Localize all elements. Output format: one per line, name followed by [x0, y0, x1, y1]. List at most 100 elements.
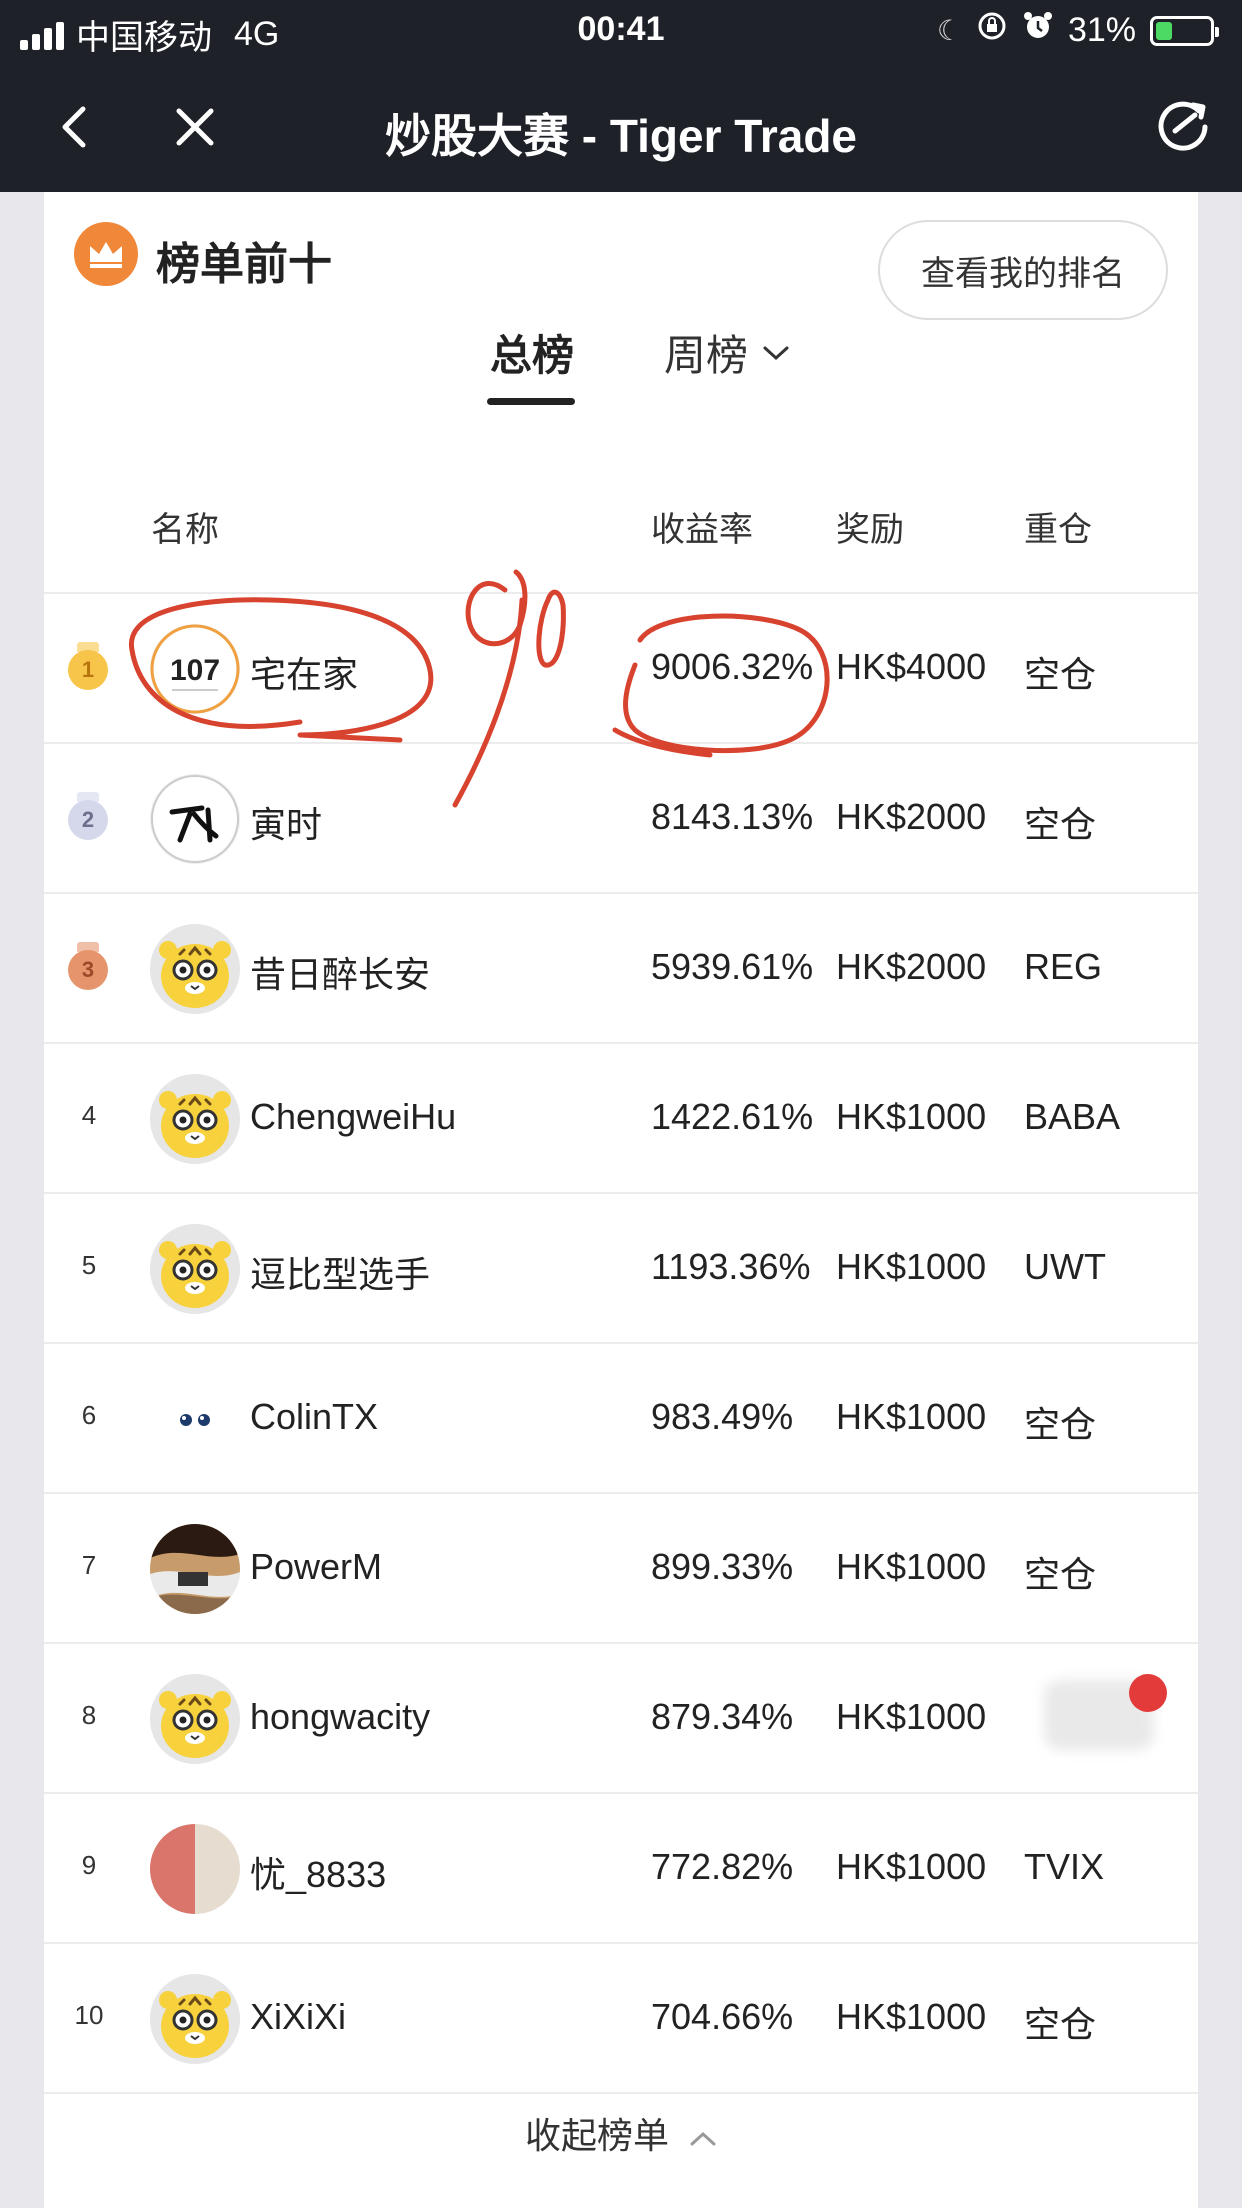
view-my-rank-button[interactable]: 查看我的排名 [878, 220, 1168, 320]
yield-cell: 772.82% [651, 1846, 794, 1887]
chevron-down-icon [763, 346, 789, 360]
status-bar: 中国移动 4G 00:41 ☾ 31% [0, 0, 1242, 62]
yield-cell: 983.49% [651, 1396, 794, 1437]
moon-icon: ☾ [936, 15, 962, 46]
rank-number: 2 [81, 807, 95, 832]
yield-cell: 5939.61% [651, 946, 814, 987]
header-name: 名称 [151, 511, 219, 549]
nav-bar: 炒股大赛 - Tiger Trade [0, 62, 1242, 192]
avatar[interactable] [150, 1974, 240, 2064]
reward-cell: HK$1000 [836, 1246, 987, 1287]
rank-number: 9 [81, 1850, 97, 1880]
position-cell: 空仓 [1024, 1554, 1097, 1595]
position-cell: 空仓 [1024, 2004, 1097, 2045]
medal-bronze-icon: 3 [68, 942, 108, 990]
avatar-badge-text: 107 [170, 654, 220, 687]
position-cell: REG [1024, 946, 1103, 987]
reward-cell: HK$2000 [836, 796, 987, 837]
reward-cell: HK$2000 [836, 946, 987, 987]
header-position: 重仓 [1024, 511, 1092, 549]
leaderboard-card: 榜单前十 查看我的排名 总榜 周榜 名称 收益率 奖励 重仓 1 107 宅在家 90… [44, 192, 1198, 2208]
rank-number: 5 [81, 1250, 97, 1280]
medal-silver-icon: 2 [68, 792, 108, 840]
avatar[interactable] [150, 1674, 240, 1764]
crown-icon [74, 222, 138, 286]
avatar[interactable] [150, 774, 240, 864]
position-cell: 空仓 [1024, 654, 1097, 695]
reward-cell: HK$1000 [836, 1096, 987, 1137]
rank-number: 6 [81, 1400, 97, 1430]
user-name[interactable]: 宅在家 [250, 646, 358, 698]
active-tab-indicator [487, 398, 575, 405]
yield-cell: 899.33% [651, 1546, 794, 1587]
rank-number: 3 [81, 957, 95, 982]
reward-cell: HK$1000 [836, 1696, 987, 1737]
table-row[interactable]: 5 逗比型选手 1193.36% HK$1000 UWT [44, 1192, 1198, 1342]
rank-number: 10 [74, 2000, 104, 2030]
header-reward: 奖励 [836, 511, 904, 549]
notification-dot [1129, 1674, 1167, 1712]
yield-cell: 8143.13% [651, 796, 814, 837]
header-yield: 收益率 [651, 511, 753, 549]
user-name[interactable]: 逗比型选手 [250, 1246, 430, 1298]
reward-cell: HK$1000 [836, 1846, 987, 1887]
rank-number: 4 [81, 1100, 97, 1130]
avatar[interactable]: 107 [150, 624, 240, 714]
table-row[interactable]: 2 寅时 8143.13% HK$2000 空仓 [44, 742, 1198, 892]
reward-cell: HK$1000 [836, 1546, 987, 1587]
yield-cell: 1193.36% [651, 1246, 811, 1287]
collapse-label: 收起榜单 [524, 2115, 669, 2156]
position-cell: TVIX [1024, 1846, 1105, 1887]
chevron-up-icon [690, 2131, 716, 2146]
battery-icon [1150, 15, 1219, 46]
avatar[interactable] [150, 1824, 240, 1914]
reward-cell: HK$1000 [836, 1996, 987, 2037]
rank-number: 7 [81, 1550, 97, 1580]
user-name[interactable]: PowerM [250, 1546, 382, 1588]
battery-percent: 31% [1067, 11, 1136, 49]
position-cell: BABA [1024, 1096, 1121, 1137]
user-name[interactable]: 昔日醉长安 [250, 946, 430, 998]
status-right: ☾ 31% [936, 10, 1219, 51]
yield-cell: 9006.32% [651, 646, 814, 687]
reward-cell: HK$4000 [836, 646, 987, 687]
yield-cell: 1422.61% [651, 1096, 814, 1137]
avatar[interactable] [150, 1374, 240, 1464]
avatar[interactable] [150, 1524, 240, 1614]
divider [44, 2092, 1198, 2094]
yield-cell: 879.34% [651, 1696, 794, 1737]
table-row[interactable]: 6 ColinTX 983.49% HK$1000 空仓 [44, 1342, 1198, 1492]
position-cell: 空仓 [1024, 804, 1097, 845]
table-row[interactable]: 8 hongwacity 879.34% HK$1000 [44, 1642, 1198, 1792]
avatar[interactable] [150, 1224, 240, 1314]
user-name[interactable]: 忧_8833 [250, 1846, 386, 1898]
reward-cell: HK$1000 [836, 1396, 987, 1437]
table-row[interactable]: 10 XiXiXi 704.66% HK$1000 空仓 [44, 1942, 1198, 2092]
table-row[interactable]: 1 107 宅在家 9006.32% HK$4000 空仓 [44, 592, 1198, 742]
rank-number: 1 [81, 657, 95, 682]
medal-gold-icon: 1 [68, 642, 108, 690]
rank-number: 8 [81, 1700, 97, 1730]
table-header: 名称 收益率 奖励 重仓 [44, 502, 1198, 592]
leaderboard-title: 榜单前十 [156, 240, 332, 289]
refresh-icon[interactable] [1148, 92, 1218, 162]
table-row[interactable]: 7 PowerM 899.33% HK$1000 空仓 [44, 1492, 1198, 1642]
tab-total[interactable]: 总榜 [490, 322, 574, 383]
avatar[interactable] [150, 1074, 240, 1164]
yield-cell: 704.66% [651, 1996, 794, 2037]
user-name[interactable]: ChengweiHu [250, 1096, 456, 1138]
position-cell: UWT [1024, 1246, 1106, 1287]
rotation-lock-icon [976, 10, 1008, 51]
table-row[interactable]: 3 昔日醉长安 5939.61% HK$2000 REG [44, 892, 1198, 1042]
user-name[interactable]: ColinTX [250, 1396, 378, 1438]
table-row[interactable]: 4 ChengweiHu 1422.61% HK$1000 BABA [44, 1042, 1198, 1192]
avatar[interactable] [150, 924, 240, 1014]
page-title: 炒股大赛 - Tiger Trade [384, 110, 858, 162]
table-row[interactable]: 9 忧_8833 772.82% HK$1000 TVIX [44, 1792, 1198, 1942]
user-name[interactable]: XiXiXi [250, 1996, 346, 2038]
tab-weekly[interactable]: 周榜 [664, 322, 790, 383]
user-name[interactable]: 寅时 [250, 796, 322, 848]
position-cell: 空仓 [1024, 1404, 1097, 1445]
user-name[interactable]: hongwacity [250, 1696, 430, 1738]
collapse-leaderboard-button[interactable]: 收起榜单 [44, 2107, 1198, 2159]
